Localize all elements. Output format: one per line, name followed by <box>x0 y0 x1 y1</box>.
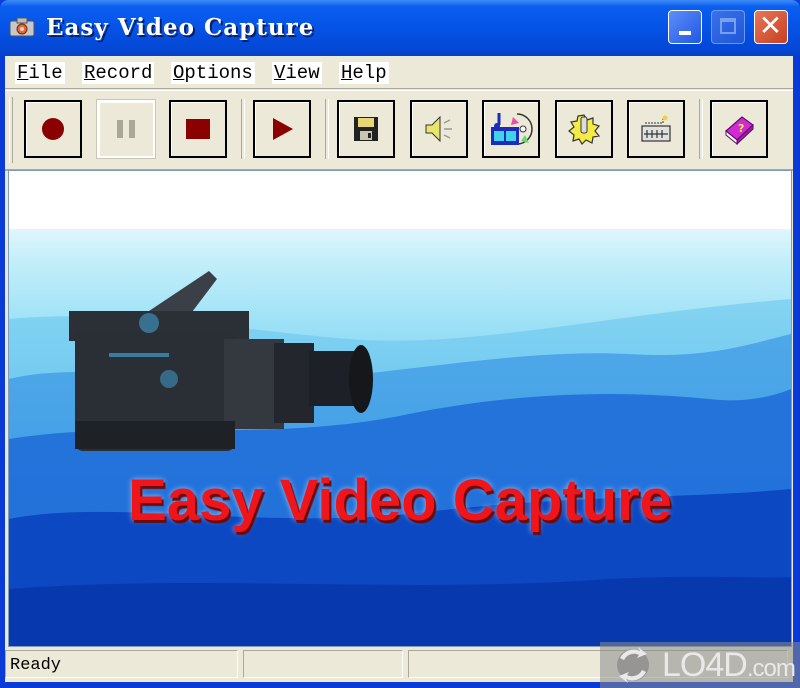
app-window: Easy Video Capture ✕ File Record Options… <box>0 0 800 688</box>
help-book-icon: ? <box>725 116 754 145</box>
pause-button[interactable] <box>96 99 156 159</box>
gear-icon <box>568 114 601 145</box>
camera-app-icon <box>9 17 35 37</box>
menu-options[interactable]: Options <box>171 62 255 84</box>
pause-icon <box>117 120 135 138</box>
watermark-suffix: .com <box>746 655 796 682</box>
maximize-icon <box>720 18 736 34</box>
status-pane-main: Ready <box>5 650 238 678</box>
client-area: File Record Options View Help ? Easy Vid… <box>5 56 793 682</box>
toolbar-separator <box>699 99 703 159</box>
menu-view-label: iew <box>285 62 320 84</box>
lo4d-watermark: LO4D.com <box>600 642 800 688</box>
window-title: Easy Video Capture <box>46 14 315 41</box>
help-question-glyph: ? <box>738 122 744 135</box>
menu-view[interactable]: View <box>272 62 322 84</box>
play-button[interactable] <box>253 100 311 158</box>
menu-record-accel: R <box>84 62 96 84</box>
maximize-button[interactable] <box>711 10 745 44</box>
keyboard-icon <box>641 115 671 142</box>
menu-help-accel: H <box>341 62 353 84</box>
watermark-text: LO4D.com <box>662 646 796 685</box>
film-cd-icon <box>491 113 533 145</box>
hotkeys-button[interactable] <box>627 100 685 158</box>
close-icon: ✕ <box>758 9 783 42</box>
audio-button[interactable] <box>410 100 468 158</box>
preview-area[interactable]: Easy Video Capture <box>8 170 792 647</box>
menu-file-accel: F <box>17 62 29 84</box>
help-button[interactable]: ? <box>710 100 768 158</box>
menu-view-accel: V <box>274 62 286 84</box>
menu-bar: File Record Options View Help <box>5 56 793 89</box>
record-icon <box>42 118 64 140</box>
minimize-icon <box>679 31 691 35</box>
menu-record-label: ecord <box>95 62 153 84</box>
status-pane-2 <box>243 650 403 678</box>
menu-options-label: ptions <box>184 62 253 84</box>
toolbar-separator <box>325 99 329 159</box>
toolbar-separator <box>241 99 245 159</box>
stop-button[interactable] <box>169 100 227 158</box>
menu-file[interactable]: File <box>15 62 65 84</box>
video-settings-button[interactable] <box>482 100 540 158</box>
toolbar-grip[interactable] <box>9 97 13 163</box>
camcorder-icon <box>69 271 373 451</box>
settings-button[interactable] <box>555 100 613 158</box>
floppy-disk-icon <box>354 117 378 141</box>
record-button[interactable] <box>24 100 82 158</box>
play-icon <box>273 118 293 140</box>
splash-banner: Easy Video Capture <box>9 229 791 646</box>
minimize-button[interactable] <box>668 10 702 44</box>
menu-help-label: elp <box>352 62 387 84</box>
stop-icon <box>186 119 210 139</box>
toolbar: ? <box>5 90 793 171</box>
save-button[interactable] <box>337 100 395 158</box>
title-bar[interactable]: Easy Video Capture ✕ <box>0 0 800 56</box>
speaker-icon <box>425 115 452 143</box>
status-text: Ready <box>10 656 62 675</box>
menu-help[interactable]: Help <box>339 62 389 84</box>
watermark-brand: LO4D <box>662 646 748 684</box>
lo4d-logo-icon <box>617 647 649 683</box>
menu-options-accel: O <box>173 62 185 84</box>
banner-title: Easy Video Capture <box>128 468 672 533</box>
close-button[interactable]: ✕ <box>754 9 788 44</box>
menu-file-label: ile <box>28 62 63 84</box>
menu-record[interactable]: Record <box>82 62 155 84</box>
